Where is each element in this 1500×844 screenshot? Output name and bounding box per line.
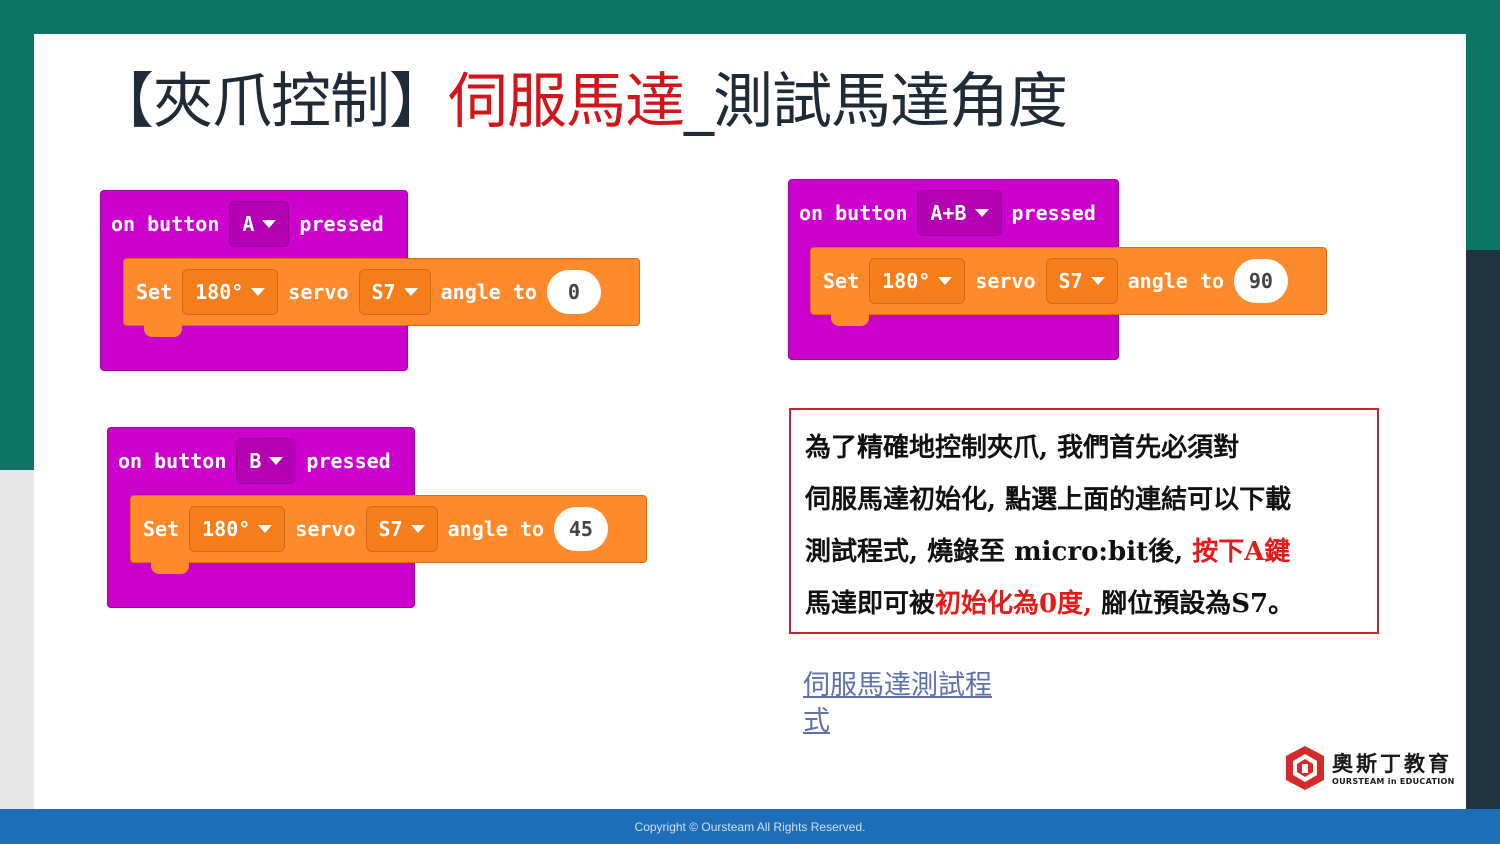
chevron-down-icon — [403, 288, 418, 296]
event-header: on button A+B pressed — [799, 190, 1096, 236]
servo-type-value: 180° — [195, 280, 244, 304]
servo-label: servo — [975, 269, 1036, 293]
note-line-4-end: 腳位預設為S7。 — [1092, 589, 1295, 619]
event-label: on button — [111, 212, 220, 236]
logo-text: 奧斯丁教育 OURSTEAM in EDUCATION — [1332, 751, 1455, 786]
slide-title: 【夾爪控制】伺服馬達_測試馬達角度 — [94, 66, 1068, 138]
pin-value: S7 — [371, 280, 396, 304]
pin-value: S7 — [378, 517, 403, 541]
background-navy-corner — [1460, 250, 1500, 280]
servo-test-program-link[interactable]: 伺服馬達測試程式 — [803, 668, 1018, 740]
pin-dropdown[interactable]: S7 — [1045, 258, 1118, 304]
button-value: A+B — [930, 201, 967, 225]
angle-to-label: angle to — [1127, 269, 1224, 293]
event-label: on button — [118, 449, 227, 473]
block-notch — [831, 314, 869, 326]
logo-hexagon-icon — [1286, 746, 1324, 790]
angle-to-label: angle to — [447, 517, 544, 541]
set-servo-block-b[interactable]: Set 180° servo S7 angle to 45 — [130, 495, 647, 574]
event-label: on button — [799, 201, 908, 225]
chevron-down-icon — [938, 277, 953, 285]
servo-label: servo — [288, 280, 349, 304]
angle-input[interactable]: 90 — [1233, 259, 1288, 303]
servo-type-dropdown[interactable]: 180° — [189, 506, 286, 552]
servo-type-value: 180° — [202, 517, 251, 541]
angle-to-label: angle to — [440, 280, 537, 304]
chevron-down-icon — [1090, 277, 1105, 285]
pin-dropdown[interactable]: S7 — [358, 269, 431, 315]
note-highlight-init: 初始化為0度, — [935, 589, 1093, 619]
pin-value: S7 — [1058, 269, 1083, 293]
chevron-down-icon — [262, 220, 277, 228]
note-line-4: 馬達即可被初始化為0度, 腳位預設為S7。 — [805, 578, 1377, 630]
logo-english-name: OURSTEAM in EDUCATION — [1332, 776, 1455, 786]
event-header: on button A pressed — [111, 201, 384, 247]
instruction-box: 為了精確地控制夾爪, 我們首先必須對 伺服馬達初始化, 點選上面的連結可以下載 … — [789, 408, 1379, 634]
chevron-down-icon — [258, 525, 273, 533]
chevron-down-icon — [251, 288, 266, 296]
servo-type-dropdown[interactable]: 180° — [869, 258, 966, 304]
pin-dropdown[interactable]: S7 — [365, 506, 438, 552]
title-part-1: 【夾爪控制】 — [94, 67, 449, 137]
button-value: A — [242, 212, 255, 236]
set-servo-block-a[interactable]: Set 180° servo S7 angle to 0 — [123, 258, 640, 337]
note-line-1: 為了精確地控制夾爪, 我們首先必須對 — [805, 433, 1240, 463]
note-highlight-press-a: 按下A鍵 — [1192, 537, 1291, 567]
note-line-3-text: 測試程式, 燒錄至 micro:bit後, — [805, 537, 1193, 567]
footer-bar: Copyright © Oursteam All Rights Reserved… — [0, 809, 1500, 844]
servo-type-dropdown[interactable]: 180° — [182, 269, 279, 315]
title-part-3: _測試馬達角度 — [684, 67, 1068, 137]
title-part-2: 伺服馬達 — [448, 67, 685, 137]
button-dropdown[interactable]: A — [229, 201, 290, 247]
background-navy-shape — [1460, 250, 1500, 844]
logo-chinese-name: 奧斯丁教育 — [1332, 751, 1452, 776]
pressed-label: pressed — [299, 212, 384, 236]
note-line-4-text: 馬達即可被 — [805, 589, 936, 619]
set-servo-block-ab[interactable]: Set 180° servo S7 angle to 90 — [810, 247, 1327, 326]
set-label: Set — [136, 280, 173, 304]
set-label: Set — [823, 269, 860, 293]
chevron-down-icon — [269, 457, 284, 465]
block-notch — [151, 562, 189, 574]
angle-input[interactable]: 45 — [553, 507, 608, 551]
chevron-down-icon — [410, 525, 425, 533]
servo-type-value: 180° — [882, 269, 931, 293]
copyright-text: Copyright © Oursteam All Rights Reserved… — [634, 819, 866, 834]
block-notch — [144, 325, 182, 337]
event-header: on button B pressed — [118, 438, 391, 484]
chevron-down-icon — [974, 209, 989, 217]
set-label: Set — [143, 517, 180, 541]
pressed-label: pressed — [306, 449, 391, 473]
oursteam-logo: 奧斯丁教育 OURSTEAM in EDUCATION — [1284, 744, 1455, 792]
note-line-2: 伺服馬達初始化, 點選上面的連結可以下載 — [805, 485, 1292, 515]
servo-label: servo — [295, 517, 356, 541]
pressed-label: pressed — [1011, 201, 1096, 225]
angle-input[interactable]: 0 — [546, 270, 601, 314]
button-dropdown[interactable]: A+B — [917, 190, 1002, 236]
note-line-3: 測試程式, 燒錄至 micro:bit後, 按下A鍵 — [805, 526, 1377, 578]
button-dropdown[interactable]: B — [236, 438, 297, 484]
button-value: B — [249, 449, 262, 473]
